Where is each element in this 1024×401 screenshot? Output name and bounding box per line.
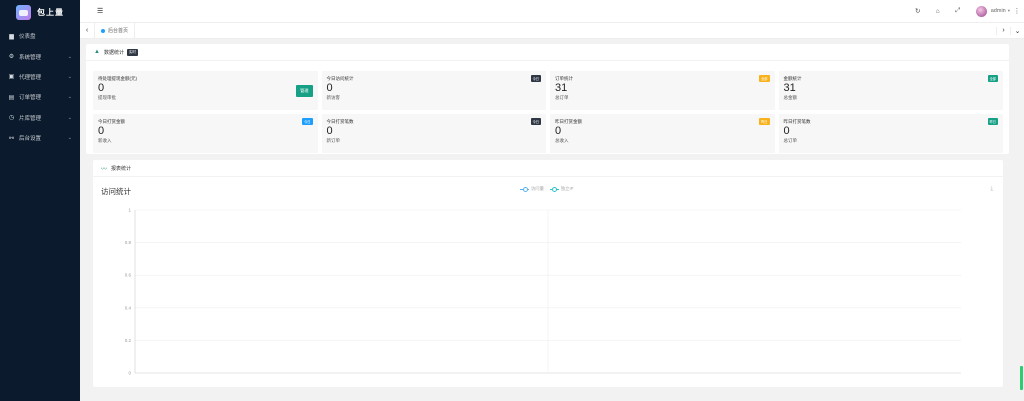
logo-text: 包上量	[37, 7, 64, 17]
stat-badge: 昨日	[987, 118, 998, 125]
stat-subtitle: 总订单	[783, 138, 798, 143]
stat-tile: 今日打赏金额 0 新收入 今日	[93, 114, 318, 153]
sidebar-item-3[interactable]: ▤ 订单管理 ⌄	[0, 87, 80, 107]
stat-tile: 金额统计 31 总金额 全部	[778, 71, 1003, 110]
home-icon[interactable]: ⌂	[928, 8, 948, 15]
stat-title: 今日打赏笔数	[326, 119, 354, 124]
y-tick-label: 0.8	[125, 240, 132, 245]
stat-subtitle: 总订单	[555, 95, 569, 100]
stat-tile: 昨日打赏金额 0 总收入 昨日	[550, 114, 775, 153]
stat-value: 31	[555, 82, 568, 94]
manage-button[interactable]: 管理	[296, 85, 313, 97]
stat-title: 金额统计	[783, 76, 802, 81]
chart-card: 〰 报表统计 访问统计 访问量 独立IP ⤓ 1 0.8 0.6 0.4 0.2 0	[93, 160, 1003, 387]
stat-subtitle: 提现审批	[98, 95, 116, 100]
dashboard-icon: ▆	[9, 33, 14, 40]
agent-icon: ▣	[8, 74, 15, 81]
active-dot-icon	[101, 28, 105, 33]
stat-title: 昨日打赏金额	[555, 119, 582, 124]
avatar[interactable]	[975, 5, 987, 17]
sidebar-item-4[interactable]: ◷ 片库管理 ⌄	[0, 108, 80, 128]
stat-title: 订单统计	[555, 76, 573, 81]
stat-value: 0	[98, 125, 105, 137]
sidebar-item-0[interactable]: ▆ 仪表盘	[0, 26, 80, 46]
menu-toggle-icon[interactable]: ☰	[97, 7, 103, 15]
settings-icon: ⚯	[8, 135, 15, 142]
sidebar-item-label: 订单管理	[19, 95, 42, 102]
stat-value: 0	[98, 82, 105, 94]
realtime-badge: 实时	[126, 48, 138, 56]
chevron-down-icon: ⌄	[67, 53, 72, 60]
stat-badge: 昨日	[759, 118, 770, 125]
system-icon: ⚙	[8, 54, 15, 61]
stats-card-header: ▲ 数据统计 实时	[86, 44, 1009, 61]
stat-tile: 昨日打赏笔数 0 总订单 昨日	[778, 114, 1003, 153]
warning-icon: ▲	[94, 49, 100, 55]
stats-card-title: 数据统计	[103, 49, 124, 56]
logo-image	[16, 4, 31, 20]
stat-value: 0	[326, 125, 333, 137]
refresh-icon[interactable]: ↻	[908, 7, 928, 15]
stat-tile: 待处理提现金额(元) 0 提现审批 管理	[93, 71, 318, 110]
chevron-down-icon: ⌄	[67, 94, 72, 101]
tab-label: 后台首页	[108, 28, 129, 34]
sidebar-item-label: 片库管理	[19, 115, 42, 122]
stat-title: 今日打赏金额	[98, 119, 125, 124]
chevron-down-icon: ⌄	[67, 73, 72, 80]
stat-tile: 今日打赏笔数 0 新订单 今日	[321, 114, 546, 153]
more-icon[interactable]: ⋮	[1010, 7, 1024, 15]
stat-subtitle: 总收入	[555, 138, 569, 143]
order-icon: ▤	[8, 94, 15, 101]
stat-subtitle: 总金额	[783, 95, 798, 100]
tabs-scroll-left-icon[interactable]: ‹	[80, 27, 94, 34]
tabs-bar: ‹ 后台首页 › ⌄	[80, 23, 1024, 39]
scrollbar-thumb[interactable]	[1020, 366, 1023, 390]
fullscreen-icon[interactable]: ⤢	[948, 7, 968, 15]
sidebar-item-label: 系统管理	[19, 54, 42, 61]
stat-subtitle: 新收入	[98, 138, 112, 143]
logo[interactable]: 包上量	[0, 0, 80, 24]
stat-badge: 全部	[987, 75, 998, 82]
stat-value: 31	[783, 82, 796, 94]
tabs-scroll-right-icon[interactable]: ›	[996, 26, 1010, 35]
sidebar-item-5[interactable]: ⚯ 后台设置 ⌄	[0, 128, 80, 148]
stat-subtitle: 新订单	[326, 138, 341, 143]
sidebar-item-1[interactable]: ⚙ 系统管理 ⌄	[0, 46, 80, 66]
stat-title: 待处理提现金额(元)	[98, 76, 137, 81]
sidebar-item-label: 仪表盘	[19, 34, 36, 41]
y-tick-label: 1	[128, 208, 131, 213]
stats-grid: 待处理提现金额(元) 0 提现审批 管理 今日访问统计 0 新访客 今日 订单统计 31 总订单 全部…	[93, 71, 1003, 153]
line-chart: 1 0.8 0.6 0.4 0.2 0	[125, 208, 961, 376]
sidebar-item-label: 代理管理	[19, 74, 42, 81]
sidebar-menu: ▆ 仪表盘 ⚙ 系统管理 ⌄ ▣ 代理管理 ⌄ ▤ 订单管理 ⌄ ◷ 片库管理 ⌄ ⚯ 后台设置 ⌄	[0, 26, 80, 148]
stat-title: 昨日打赏笔数	[783, 119, 811, 124]
stat-badge: 全部	[759, 75, 770, 82]
stat-subtitle: 新访客	[326, 95, 341, 100]
sidebar: 包上量 ▆ 仪表盘 ⚙ 系统管理 ⌄ ▣ 代理管理 ⌄ ▤ 订单管理 ⌄ ◷ 片库管理 ⌄ ⚯ 后台设置 ⌄	[0, 0, 80, 401]
slice-icon: ◷	[8, 115, 15, 122]
stat-value: 0	[555, 125, 562, 137]
y-tick-label: 0.2	[125, 338, 132, 343]
chevron-down-icon: ⌄	[67, 135, 72, 142]
sidebar-item-label: 后台设置	[19, 136, 42, 143]
stat-badge: 今日	[530, 75, 541, 82]
user-name[interactable]: admin	[991, 8, 1006, 14]
stat-title: 今日访问统计	[326, 76, 354, 81]
scrollbar[interactable]	[1020, 39, 1024, 401]
y-tick-label: 0.6	[125, 273, 132, 278]
top-header: ☰ ↻ ⌂ ⤢ admin ▾ ⋮	[80, 0, 1024, 23]
sidebar-item-2[interactable]: ▣ 代理管理 ⌄	[0, 67, 80, 87]
stat-value: 0	[783, 125, 790, 137]
y-tick-label: 0	[128, 371, 131, 376]
stat-tile: 今日访问统计 0 新访客 今日	[321, 71, 546, 110]
y-tick-label: 0.4	[125, 305, 132, 310]
tab-home[interactable]: 后台首页	[94, 23, 136, 38]
stat-badge: 今日	[530, 118, 541, 125]
stat-value: 0	[326, 82, 333, 94]
stat-tile: 订单统计 31 总订单 全部	[550, 71, 775, 110]
chevron-down-icon: ⌄	[67, 114, 72, 121]
stat-badge: 今日	[302, 118, 313, 125]
tabs-menu-icon[interactable]: ⌄	[1010, 26, 1024, 35]
